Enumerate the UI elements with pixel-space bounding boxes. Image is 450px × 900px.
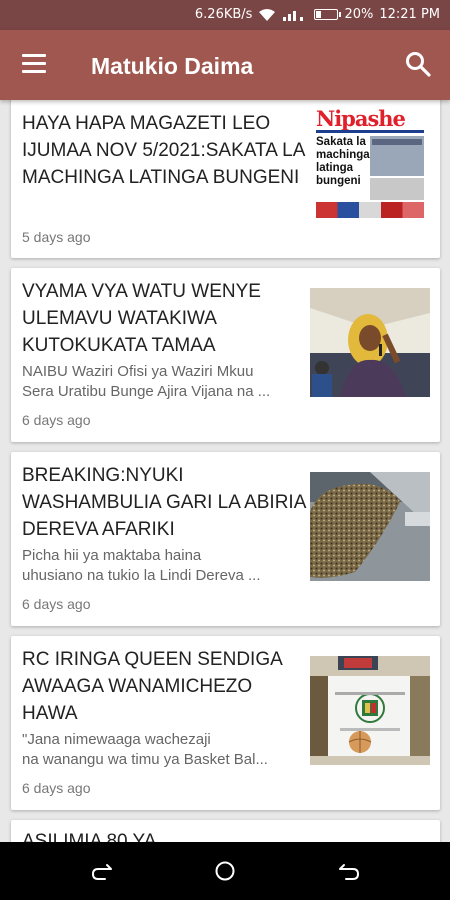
woman-speaking-microphone [310,288,430,397]
article-time: 6 days ago [22,780,91,796]
article-time: 6 days ago [22,412,91,428]
app-title: Matukio Daima [91,53,254,79]
search-icon[interactable] [404,50,432,78]
article-excerpt: "Jana nimewaaga wachezaji na wanangu wa … [22,731,268,768]
article-title[interactable]: BREAKING:NYUKI WASHAMBULIA GARI LA ABIRI… [22,462,307,543]
wifi-icon [259,8,276,21]
article-card[interactable]: HAYA HAPA MAGAZETI LEO IJUMAA NOV 5/2021… [11,100,440,258]
article-feed[interactable]: HAYA HAPA MAGAZETI LEO IJUMAA NOV 5/2021… [0,100,450,842]
article-title[interactable]: VYAMA VYA WATU WENYE ULEMAVU WATAKIWA KU… [22,278,307,359]
bee-swarm-on-car [310,472,430,581]
battery-icon [314,9,342,20]
newspaper-masthead: Nipashe [316,106,406,131]
article-time: 5 days ago [22,229,91,245]
article-thumbnail[interactable] [310,472,430,581]
article-card[interactable]: VYAMA VYA WATU WENYE ULEMAVU WATAKIWA KU… [11,268,440,442]
article-excerpt: Picha hii ya maktaba haina uhusiano na t… [22,547,261,584]
article-excerpt: NAIBU Waziri Ofisi ya Waziri Mkuu Sera U… [22,363,271,400]
status-bar: 6.26KB/s 20% 12:21 PM [0,0,450,30]
app-bar: Matukio Daima [0,30,450,100]
hamburger-menu-icon[interactable] [22,54,48,76]
article-card[interactable]: BREAKING:NYUKI WASHAMBULIA GARI LA ABIRI… [11,452,440,626]
article-thumbnail[interactable]: Nipashe Sakata la machinga latinga bunge… [310,106,430,221]
article-time: 6 days ago [22,596,91,612]
system-nav-bar [0,842,450,900]
article-card[interactable]: ASILIMIA 80 YA [11,820,440,842]
flag-and-basketball [310,656,430,765]
back-icon[interactable] [90,859,114,883]
article-title[interactable]: RC IRINGA QUEEN SENDIGA AWAAGA WANAMICHE… [22,646,307,727]
article-thumbnail[interactable] [310,656,430,765]
article-card[interactable]: RC IRINGA QUEEN SENDIGA AWAAGA WANAMICHE… [11,636,440,810]
battery-percent: 20% [344,7,374,22]
article-thumbnail[interactable] [310,288,430,397]
recents-icon[interactable] [337,859,361,883]
home-icon[interactable] [213,859,237,883]
article-title[interactable]: HAYA HAPA MAGAZETI LEO IJUMAA NOV 5/2021… [22,110,307,191]
network-speed: 6.26KB/s [194,7,253,22]
article-title[interactable]: ASILIMIA 80 YA [22,828,307,842]
newspaper-headline: Sakata la machinga latinga bungeni [316,136,370,187]
clock: 12:21 PM [379,7,440,22]
signal-icon [283,10,304,21]
